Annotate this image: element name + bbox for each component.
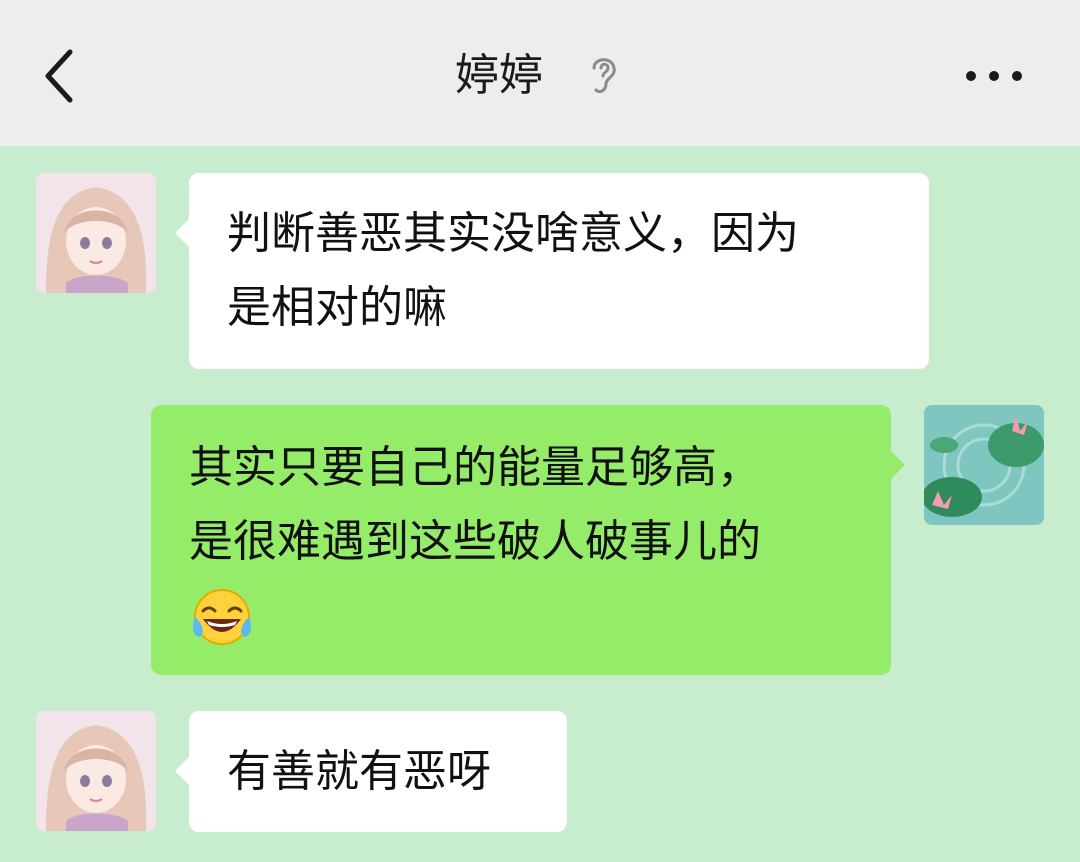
ear-icon — [586, 52, 620, 96]
self-avatar[interactable] — [924, 405, 1044, 525]
message-text: 判断善恶其实没啥意义，因为 — [227, 208, 799, 259]
bubble-tail — [891, 451, 905, 479]
bubble-tail — [175, 219, 189, 247]
message-text: 是相对的嘛 — [227, 282, 447, 333]
contact-avatar[interactable] — [36, 173, 156, 293]
tears-of-joy-emoji — [192, 589, 252, 645]
message-bubble-incoming[interactable]: 判断善恶其实没啥意义，因为 是相对的嘛 — [175, 173, 929, 369]
message-bubble-incoming[interactable]: 有善就有恶呀 — [175, 711, 567, 832]
message-text: 有善就有恶呀 — [227, 746, 491, 797]
chat-header: 婷婷 — [0, 0, 1080, 146]
bubble-tail — [175, 757, 189, 785]
more-dots-icon — [966, 71, 1022, 81]
message-text: 是很难遇到这些破人破事儿的 — [189, 516, 761, 567]
chat-title: 婷婷 — [455, 50, 543, 101]
more-options-button[interactable] — [962, 58, 1032, 94]
back-button[interactable] — [36, 46, 86, 106]
contact-avatar[interactable] — [36, 711, 156, 831]
message-emoji-line — [189, 579, 891, 653]
message-bubble-outgoing[interactable]: 其实只要自己的能量足够高， 是很难遇到这些破人破事儿的 — [151, 405, 905, 675]
chevron-left-icon — [45, 49, 73, 103]
message-text: 其实只要自己的能量足够高， — [189, 442, 761, 493]
